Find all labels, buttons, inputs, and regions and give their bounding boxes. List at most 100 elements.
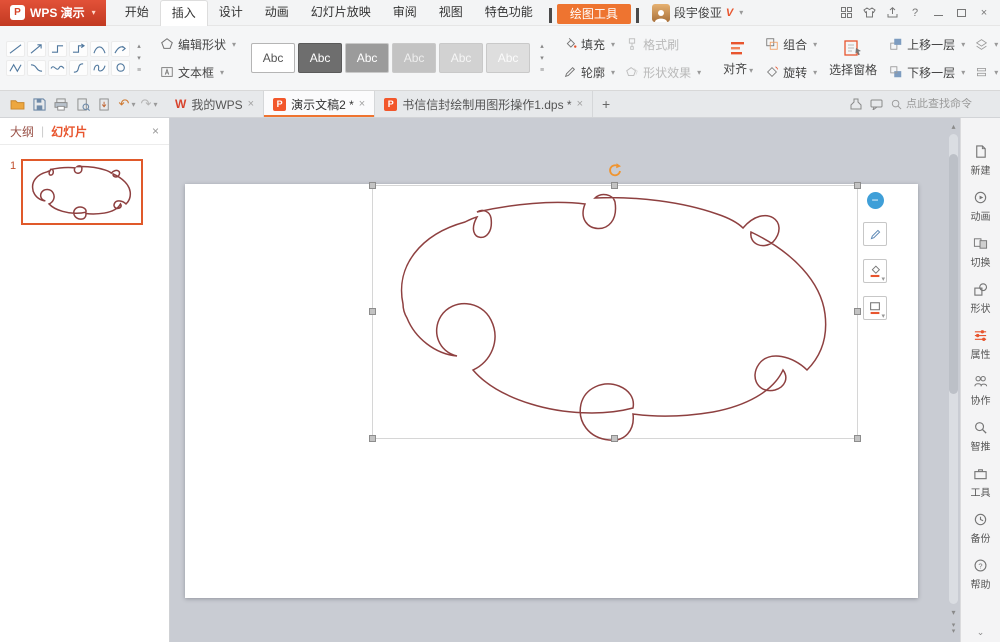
- resize-handle-middle-left[interactable]: [369, 308, 376, 315]
- style-more-icon[interactable]: ≡: [536, 65, 548, 75]
- align-button[interactable]: 对齐▾: [716, 30, 760, 86]
- sidebar-item-properties[interactable]: 属性: [971, 328, 991, 361]
- print-icon[interactable]: [50, 92, 72, 116]
- sidebar-item-backup[interactable]: 备份: [971, 512, 991, 545]
- shape-elbow-arrow-icon[interactable]: [69, 41, 88, 57]
- sidebar-item-transition[interactable]: 切换: [971, 236, 991, 269]
- resize-handle-top-middle[interactable]: [611, 182, 618, 189]
- shape-style-tile[interactable]: Abc: [392, 43, 436, 73]
- shape-reverse-s-icon[interactable]: [69, 60, 88, 76]
- sidebar-item-shape[interactable]: 形状: [971, 282, 991, 315]
- shape-effects-button[interactable]: 形状效果 ▾: [620, 60, 706, 84]
- slides-tab[interactable]: 幻灯片: [51, 123, 87, 140]
- format-painter-button[interactable]: 格式刷: [620, 32, 706, 56]
- resize-handle-bottom-right[interactable]: [854, 435, 861, 442]
- scrollbar-thumb[interactable]: [949, 154, 958, 394]
- tab-design[interactable]: 设计: [208, 0, 254, 26]
- doc-tab-my-wps[interactable]: W 我的WPS ×: [166, 91, 264, 117]
- shape-style-tile[interactable]: Abc: [486, 43, 530, 73]
- scroll-down-icon[interactable]: ▾: [951, 606, 955, 618]
- outline-tab[interactable]: 大纲: [10, 123, 34, 140]
- tab-slideshow[interactable]: 幻灯片放映: [300, 0, 382, 26]
- undo-button[interactable]: ↶▾: [116, 92, 138, 116]
- outline-button[interactable]: 轮廓 ▾: [558, 60, 620, 84]
- group-button[interactable]: 组合 ▾: [760, 32, 822, 56]
- gallery-scroll-down-icon[interactable]: ▾: [133, 53, 145, 63]
- close-button[interactable]: ×: [973, 4, 995, 22]
- resize-handle-bottom-left[interactable]: [369, 435, 376, 442]
- style-scroll-up-icon[interactable]: ▴: [536, 41, 548, 51]
- shape-style-tile[interactable]: Abc: [251, 43, 295, 73]
- next-slide-button[interactable]: ▾▾: [952, 618, 956, 640]
- shape-elbow-icon[interactable]: [48, 41, 67, 57]
- resize-handle-top-left[interactable]: [369, 182, 376, 189]
- doc-tab-close-icon[interactable]: ×: [248, 98, 254, 110]
- quick-fill-color-button[interactable]: ▾: [863, 259, 887, 283]
- tab-insert[interactable]: 插入: [160, 0, 208, 26]
- shape-selection-box[interactable]: [372, 185, 858, 439]
- shape-scribble-icon[interactable]: [111, 60, 130, 76]
- sidebar-item-tools[interactable]: 工具: [971, 466, 991, 499]
- sidebar-item-help[interactable]: ? 帮助: [971, 558, 991, 591]
- sidebar-item-collaboration[interactable]: 协作: [971, 374, 991, 407]
- doc-tab-letter-envelope[interactable]: P 书信信封绘制用图形操作1.dps * ×: [375, 91, 593, 117]
- collapse-tools-button[interactable]: −: [867, 192, 884, 209]
- rotate-handle[interactable]: [607, 162, 623, 178]
- doc-tab-close-icon[interactable]: ×: [577, 98, 583, 110]
- fill-button[interactable]: 填充 ▾: [558, 32, 620, 56]
- skin-icon[interactable]: [858, 4, 880, 22]
- shape-curve-icon[interactable]: [90, 41, 109, 57]
- shape-zigzag-icon[interactable]: [6, 60, 25, 76]
- scrollbar-track[interactable]: [949, 134, 958, 604]
- text-box-button[interactable]: 文本框 ▾: [155, 60, 241, 84]
- gallery-scroll-up-icon[interactable]: ▴: [133, 41, 145, 51]
- layer-mini-bottom-button[interactable]: ▾: [970, 60, 1000, 84]
- plugin-icon[interactable]: [850, 98, 862, 110]
- new-tab-button[interactable]: +: [593, 91, 619, 117]
- wps-menu-button[interactable]: P WPS 演示 ▾: [0, 0, 106, 26]
- sidebar-item-animation[interactable]: 动画: [971, 190, 991, 223]
- message-icon[interactable]: [870, 99, 883, 110]
- tab-animation[interactable]: 动画: [254, 0, 300, 26]
- shape-style-tile[interactable]: Abc: [298, 43, 342, 73]
- shape-wave-icon[interactable]: [48, 60, 67, 76]
- rotate-button[interactable]: 旋转 ▾: [760, 60, 822, 84]
- shape-arrow-icon[interactable]: [27, 41, 46, 57]
- shape-style-tile[interactable]: Abc: [439, 43, 483, 73]
- style-scroll-down-icon[interactable]: ▾: [536, 53, 548, 63]
- maximize-button[interactable]: [950, 4, 972, 22]
- scroll-up-icon[interactable]: ▴: [951, 120, 955, 132]
- tab-review[interactable]: 审阅: [382, 0, 428, 26]
- shape-style-tile[interactable]: Abc: [345, 43, 389, 73]
- redo-button[interactable]: ↷▾: [138, 92, 160, 116]
- tab-special-features[interactable]: 特色功能: [474, 0, 544, 26]
- print-preview-icon[interactable]: [72, 92, 94, 116]
- quick-edit-points-button[interactable]: [863, 222, 887, 246]
- quick-outline-color-button[interactable]: ▾: [863, 296, 887, 320]
- selection-pane-button[interactable]: 选择窗格: [822, 30, 884, 86]
- shape-line-icon[interactable]: [6, 41, 25, 57]
- send-backward-button[interactable]: 下移一层 ▾: [884, 60, 970, 84]
- search-input[interactable]: [906, 98, 992, 110]
- layer-mini-top-button[interactable]: ▾: [970, 32, 1000, 56]
- share-icon[interactable]: [881, 4, 903, 22]
- sidebar-item-new[interactable]: 新建: [971, 144, 991, 177]
- resize-handle-bottom-middle[interactable]: [611, 435, 618, 442]
- export-icon[interactable]: [94, 92, 116, 116]
- sidebar-item-smart[interactable]: 智推: [971, 420, 991, 453]
- shape-freeform-icon[interactable]: [90, 60, 109, 76]
- tab-view[interactable]: 视图: [428, 0, 474, 26]
- save-icon[interactable]: [28, 92, 50, 116]
- help-icon[interactable]: ?: [904, 4, 926, 22]
- shape-curve-arrow-icon[interactable]: [111, 41, 130, 57]
- doc-tab-close-icon[interactable]: ×: [359, 98, 365, 110]
- shape-s-curve-icon[interactable]: [27, 60, 46, 76]
- apps-icon[interactable]: [835, 4, 857, 22]
- command-search[interactable]: [891, 98, 992, 110]
- sidebar-more-icon[interactable]: ⌄: [977, 627, 985, 638]
- user-account-button[interactable]: 段宇俊亚 V ▾: [652, 4, 743, 22]
- tab-drawing-tools[interactable]: 绘图工具: [557, 4, 631, 24]
- slide-canvas[interactable]: − ▾ ▾ ▴ ▾ ▾▾: [170, 118, 960, 642]
- slide-thumbnail[interactable]: [21, 159, 143, 225]
- tab-home[interactable]: 开始: [114, 0, 160, 26]
